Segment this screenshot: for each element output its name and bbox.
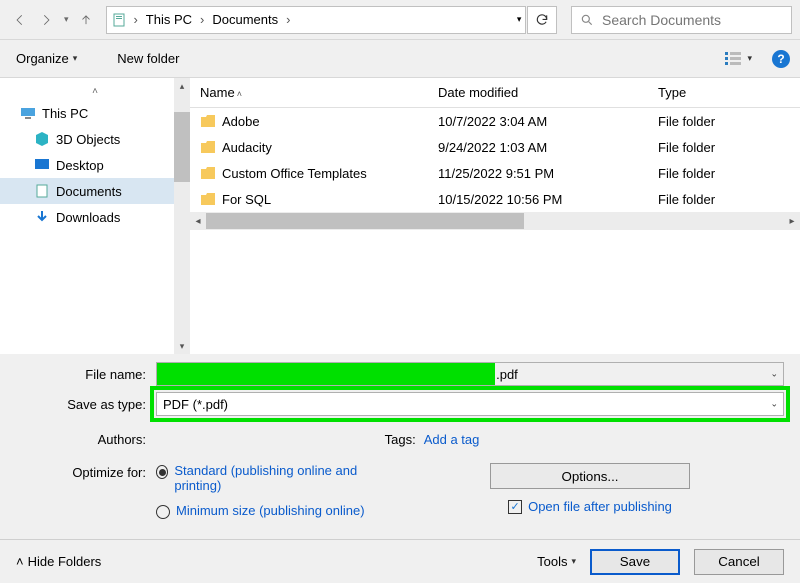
chevron-right-icon: › [200, 12, 204, 27]
file-row[interactable]: For SQL 10/15/2022 10:56 PM File folder [190, 186, 800, 212]
saveastype-select[interactable] [156, 392, 784, 416]
refresh-button[interactable] [527, 6, 557, 34]
file-name: Audacity [222, 140, 272, 155]
new-folder-button[interactable]: New folder [111, 47, 185, 70]
tree-downloads[interactable]: Downloads [0, 204, 190, 230]
file-name: For SQL [222, 192, 271, 207]
chevron-up-icon: ˄ [16, 554, 24, 569]
folder-icon [200, 140, 216, 154]
downloads-icon [34, 209, 50, 225]
breadcrumb-segment[interactable]: Documents [210, 12, 280, 27]
tree-scrollbar[interactable]: ▴ ▾ [174, 78, 190, 354]
dropdown-caret-icon[interactable]: ⌄ [770, 399, 778, 410]
search-documents[interactable] [571, 6, 792, 34]
desktop-icon [34, 157, 50, 173]
forward-button[interactable] [34, 6, 58, 34]
organize-label: Organize [16, 51, 69, 66]
folder-tree[interactable]: ˄ This PC 3D Objects Desktop Documents D… [0, 78, 190, 354]
chevron-right-icon: › [133, 12, 137, 27]
file-type: File folder [648, 140, 800, 155]
folder-icon [200, 166, 216, 180]
dropdown-caret-icon[interactable]: ⌄ [770, 369, 778, 380]
radio-checked-icon [156, 465, 168, 479]
back-button[interactable] [8, 6, 32, 34]
file-date: 11/25/2022 9:51 PM [428, 166, 648, 181]
help-button[interactable]: ? [772, 50, 790, 68]
breadcrumb[interactable]: › This PC › Documents › ▾ [106, 6, 526, 34]
openafter-checkbox[interactable]: ✓ [508, 500, 522, 514]
tree-label: 3D Objects [56, 132, 120, 147]
file-name: Custom Office Templates [222, 166, 367, 181]
file-row[interactable]: Audacity 9/24/2022 1:03 AM File folder [190, 134, 800, 160]
optimize-minimum-label: Minimum size (publishing online) [176, 503, 365, 518]
scroll-up-icon[interactable]: ˄ [0, 86, 190, 100]
optimize-minimum-radio[interactable]: Minimum size (publishing online) [156, 503, 376, 519]
tree-label: Desktop [56, 158, 104, 173]
up-button[interactable] [74, 6, 98, 34]
optimize-standard-radio[interactable]: Standard (publishing online and printing… [156, 463, 376, 493]
file-date: 10/15/2022 10:56 PM [428, 192, 648, 207]
tree-label: This PC [42, 106, 88, 121]
file-row[interactable]: Adobe 10/7/2022 3:04 AM File folder [190, 108, 800, 134]
chevron-right-icon: › [286, 12, 290, 27]
file-date: 9/24/2022 1:03 AM [428, 140, 648, 155]
cancel-button[interactable]: Cancel [694, 549, 784, 575]
folder-icon [200, 114, 216, 128]
file-type: File folder [648, 192, 800, 207]
radio-unchecked-icon [156, 505, 170, 519]
file-type: File folder [648, 114, 800, 129]
tree-3d-objects[interactable]: 3D Objects [0, 126, 190, 152]
tools-menu[interactable]: Tools▾ [537, 554, 576, 569]
column-date[interactable]: Date modified [428, 85, 648, 100]
file-type: File folder [648, 166, 800, 181]
scrollbar-thumb[interactable] [174, 112, 190, 182]
pc-icon [20, 105, 36, 121]
path-dropdown[interactable]: ▾ [517, 14, 522, 25]
tree-this-pc[interactable]: This PC [0, 100, 190, 126]
tree-documents[interactable]: Documents [0, 178, 190, 204]
hide-folders-label: Hide Folders [28, 554, 102, 569]
3d-icon [34, 131, 50, 147]
recent-dropdown[interactable]: ▾ [60, 6, 72, 34]
optimize-label: Optimize for: [16, 463, 156, 529]
tags-label: Tags: [385, 432, 416, 447]
column-type[interactable]: Type [648, 85, 800, 100]
horizontal-scrollbar[interactable]: ◂ ▸ [190, 212, 800, 230]
save-button[interactable]: Save [590, 549, 680, 575]
documents-icon [111, 12, 127, 28]
scrollbar-thumb[interactable] [206, 213, 524, 229]
scroll-right-icon[interactable]: ▸ [784, 216, 800, 227]
view-menu[interactable]: ▾ [717, 45, 758, 73]
folder-icon [200, 192, 216, 206]
organize-menu[interactable]: Organize▾ [10, 47, 83, 70]
scroll-left-icon[interactable]: ◂ [190, 216, 206, 227]
openafter-label: Open file after publishing [528, 499, 672, 514]
tree-label: Documents [56, 184, 122, 199]
file-list[interactable]: Name˄ Date modified Type Adobe 10/7/2022… [190, 78, 800, 354]
filename-label: File name: [16, 367, 156, 382]
tree-desktop[interactable]: Desktop [0, 152, 190, 178]
sort-asc-icon: ˄ [237, 89, 242, 99]
filename-input[interactable] [156, 362, 784, 386]
view-list-icon [723, 49, 743, 69]
documents-icon [34, 183, 50, 199]
saveastype-label: Save as type: [16, 397, 156, 412]
tree-label: Downloads [56, 210, 120, 225]
breadcrumb-segment[interactable]: This PC [144, 12, 194, 27]
search-input[interactable] [602, 12, 783, 28]
hide-folders-toggle[interactable]: ˄ Hide Folders [16, 554, 101, 569]
file-row[interactable]: Custom Office Templates 11/25/2022 9:51 … [190, 160, 800, 186]
authors-label: Authors: [16, 432, 156, 447]
optimize-standard-label: Standard (publishing online and printing… [174, 463, 376, 493]
options-button[interactable]: Options... [490, 463, 690, 489]
file-name: Adobe [222, 114, 260, 129]
add-tag-link[interactable]: Add a tag [424, 432, 480, 447]
file-date: 10/7/2022 3:04 AM [428, 114, 648, 129]
new-folder-label: New folder [117, 51, 179, 66]
column-name[interactable]: Name˄ [190, 85, 428, 100]
search-icon [580, 13, 594, 27]
